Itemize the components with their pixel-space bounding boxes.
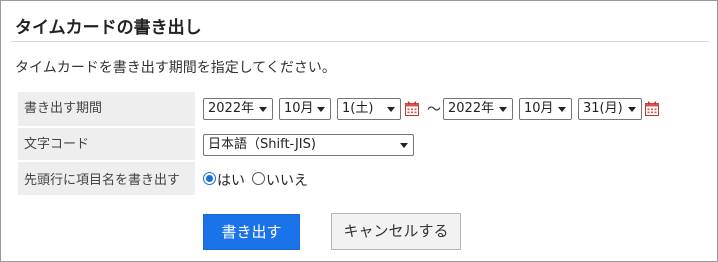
from-month-value: 10月 <box>284 101 314 116</box>
range-separator: ～ <box>427 102 441 118</box>
to-year-value: 2022年 <box>448 101 495 116</box>
to-day-select[interactable]: 31(月) <box>578 98 642 120</box>
to-day-value: 31(月) <box>583 101 623 116</box>
header-row-label: 先頭行に項目名を書き出す <box>18 162 195 195</box>
from-day-value: 1(土) <box>342 101 374 116</box>
period-row: 書き出す期間 2022年 10月 1(土) ～ 2022年 10月 31(月) <box>18 92 698 126</box>
page-description: タイムカードを書き出す期間を指定してください。 <box>15 60 336 76</box>
chevron-down-icon <box>317 107 325 112</box>
to-year-select[interactable]: 2022年 <box>443 98 513 120</box>
header-row-yes-label: はい <box>217 173 245 189</box>
from-day-select[interactable]: 1(土) <box>337 98 401 120</box>
chevron-down-icon <box>558 107 566 112</box>
from-year-value: 2022年 <box>208 101 255 116</box>
header-row-yes-option[interactable]: はい <box>203 170 253 189</box>
encoding-label: 文字コード <box>18 128 195 160</box>
chevron-down-icon <box>499 107 507 112</box>
from-year-select[interactable]: 2022年 <box>203 98 273 120</box>
period-label: 書き出す期間 <box>18 92 195 126</box>
chevron-down-icon <box>628 107 636 112</box>
header-row-no-option[interactable]: いいえ <box>252 170 322 189</box>
cancel-button[interactable]: キャンセルする <box>331 213 461 250</box>
export-button[interactable]: 書き出す <box>203 214 300 250</box>
header-row-option-row: 先頭行に項目名を書き出す はい いいえ <box>18 162 698 195</box>
page-title: タイムカードの書き出し <box>15 18 202 38</box>
encoding-row: 文字コード 日本語（Shift-JIS) <box>18 128 698 160</box>
to-month-value: 10月 <box>524 101 554 116</box>
chevron-down-icon <box>387 107 395 112</box>
dialog-frame: タイムカードの書き出し タイムカードを書き出す期間を指定してください。 書き出す… <box>0 0 718 262</box>
radio-checked-icon[interactable] <box>203 172 216 185</box>
calendar-icon[interactable] <box>645 101 659 116</box>
encoding-value: 日本語（Shift-JIS) <box>208 137 316 152</box>
calendar-icon[interactable] <box>405 101 419 116</box>
encoding-select[interactable]: 日本語（Shift-JIS) <box>203 134 414 156</box>
from-month-select[interactable]: 10月 <box>279 98 331 120</box>
chevron-down-icon <box>259 107 267 112</box>
radio-unchecked-icon[interactable] <box>252 172 265 185</box>
title-divider <box>11 41 709 42</box>
chevron-down-icon <box>400 143 408 148</box>
to-month-select[interactable]: 10月 <box>519 98 572 120</box>
header-row-no-label: いいえ <box>266 173 308 189</box>
